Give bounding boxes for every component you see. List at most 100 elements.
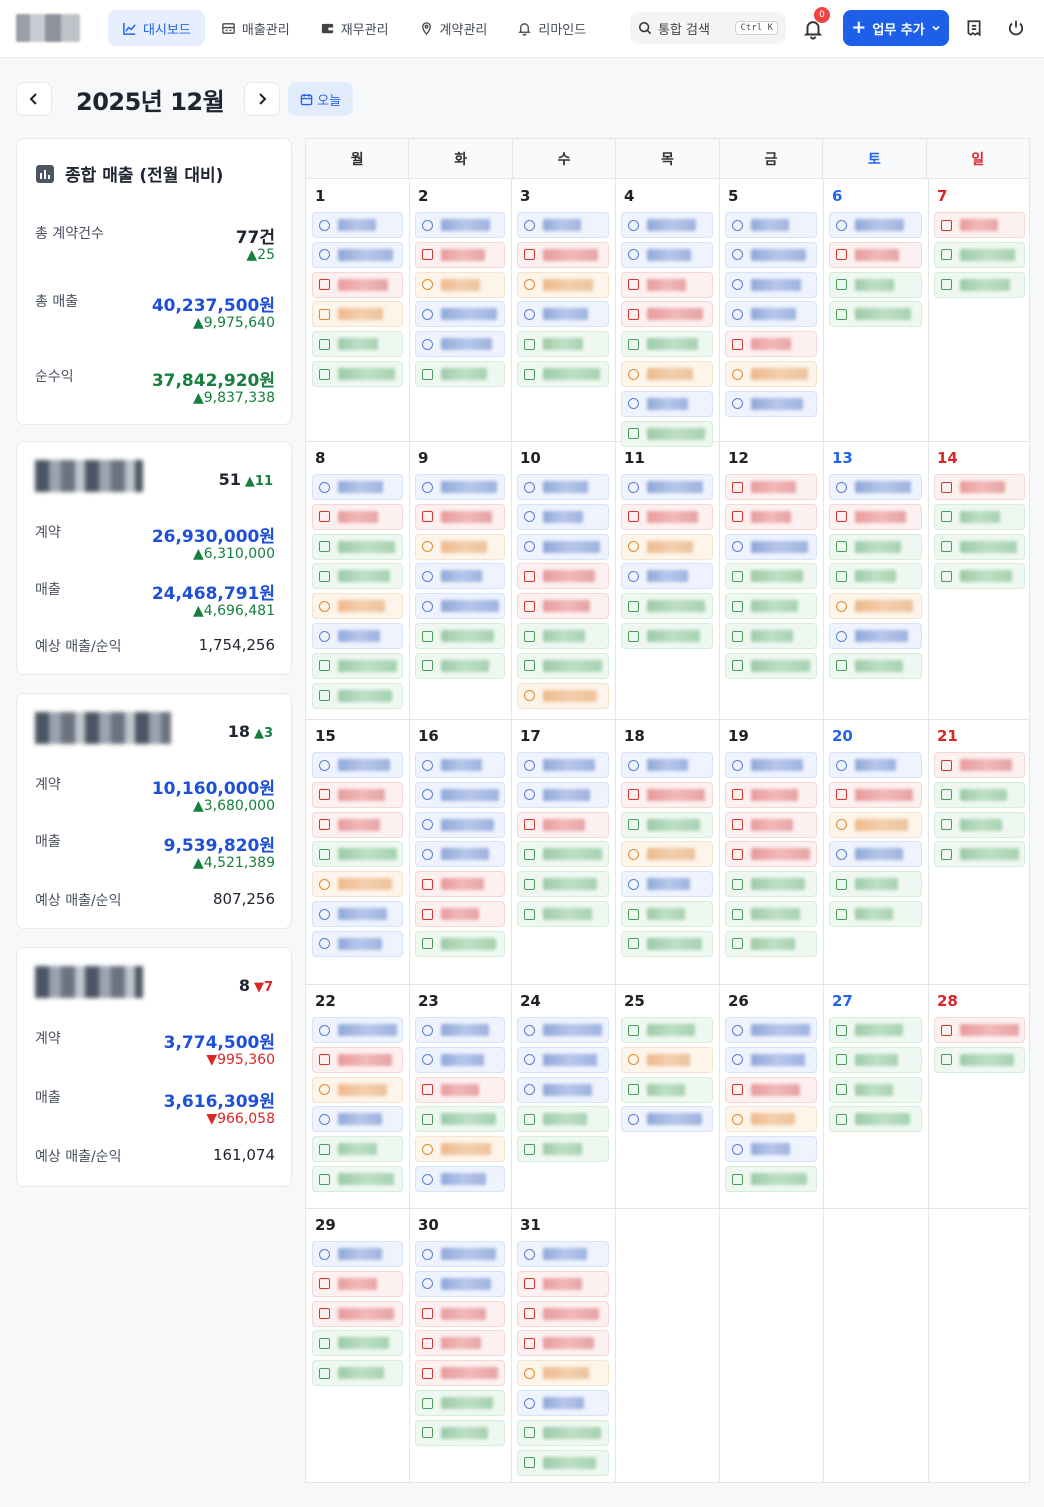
day-cell[interactable]: 3 bbox=[511, 179, 615, 441]
calendar-event[interactable] bbox=[725, 241, 817, 268]
day-cell[interactable]: 16 bbox=[409, 719, 511, 984]
calendar-event[interactable] bbox=[312, 1106, 403, 1133]
calendar-event[interactable] bbox=[415, 563, 505, 590]
calendar-event[interactable] bbox=[415, 1419, 505, 1446]
calendar-event[interactable] bbox=[725, 390, 817, 417]
calendar-event[interactable] bbox=[829, 752, 922, 778]
prev-month-button[interactable] bbox=[16, 82, 52, 116]
calendar-event[interactable] bbox=[829, 652, 922, 679]
calendar-event[interactable] bbox=[312, 474, 403, 500]
calendar-event[interactable] bbox=[415, 503, 505, 530]
calendar-event[interactable] bbox=[829, 301, 922, 328]
calendar-event[interactable] bbox=[621, 212, 713, 238]
calendar-event[interactable] bbox=[621, 781, 713, 808]
calendar-event[interactable] bbox=[312, 841, 403, 868]
calendar-event[interactable] bbox=[517, 752, 609, 778]
calendar-event[interactable] bbox=[517, 1390, 609, 1416]
calendar-event[interactable] bbox=[415, 331, 505, 358]
day-cell[interactable]: 25 bbox=[615, 984, 719, 1208]
calendar-event[interactable] bbox=[312, 1300, 403, 1327]
calendar-event[interactable] bbox=[725, 331, 817, 358]
staff-card[interactable]: 8 ▼7 계약 3,774,500원 ▼995,360 매출 3,616,309원… bbox=[16, 947, 292, 1187]
calendar-event[interactable] bbox=[934, 533, 1025, 560]
calendar-event[interactable] bbox=[415, 781, 505, 808]
day-cell[interactable]: 30 bbox=[409, 1208, 511, 1484]
calendar-event[interactable] bbox=[517, 1106, 609, 1133]
calendar-event[interactable] bbox=[621, 811, 713, 838]
calendar-event[interactable] bbox=[725, 1076, 817, 1103]
calendar-event[interactable] bbox=[725, 563, 817, 590]
calendar-event[interactable] bbox=[517, 682, 609, 709]
calendar-event[interactable] bbox=[312, 1330, 403, 1357]
calendar-event[interactable] bbox=[517, 1330, 609, 1357]
calendar-event[interactable] bbox=[415, 901, 505, 927]
calendar-event[interactable] bbox=[415, 1076, 505, 1103]
calendar-event[interactable] bbox=[517, 1419, 609, 1446]
day-cell[interactable]: 27 bbox=[823, 984, 928, 1208]
calendar-event[interactable] bbox=[517, 301, 609, 328]
calendar-event[interactable] bbox=[312, 1241, 403, 1267]
calendar-event[interactable] bbox=[312, 1046, 403, 1073]
calendar-event[interactable] bbox=[621, 503, 713, 530]
calendar-event[interactable] bbox=[621, 623, 713, 649]
calendar-event[interactable] bbox=[725, 1046, 817, 1073]
calendar-event[interactable] bbox=[312, 331, 403, 358]
calendar-event[interactable] bbox=[415, 1360, 505, 1387]
calendar-event[interactable] bbox=[312, 212, 403, 238]
nav-finance[interactable]: 재무관리 bbox=[306, 10, 403, 46]
day-cell[interactable]: 7 bbox=[928, 179, 1031, 441]
calendar-event[interactable] bbox=[517, 1270, 609, 1297]
calendar-event[interactable] bbox=[415, 623, 505, 649]
calendar-event[interactable] bbox=[829, 212, 922, 238]
calendar-event[interactable] bbox=[517, 1300, 609, 1327]
calendar-event[interactable] bbox=[621, 752, 713, 778]
calendar-event[interactable] bbox=[415, 1390, 505, 1416]
calendar-event[interactable] bbox=[517, 652, 609, 679]
calendar-event[interactable] bbox=[312, 503, 403, 530]
nav-dashboard[interactable]: 대시보드 bbox=[108, 10, 205, 46]
calendar-event[interactable] bbox=[517, 212, 609, 238]
day-cell[interactable]: 21 bbox=[928, 719, 1031, 984]
calendar-event[interactable] bbox=[621, 930, 713, 957]
calendar-event[interactable] bbox=[725, 811, 817, 838]
day-cell[interactable]: 10 bbox=[511, 441, 615, 719]
calendar-event[interactable] bbox=[517, 1449, 609, 1476]
calendar-event[interactable] bbox=[829, 593, 922, 620]
report-button[interactable] bbox=[960, 14, 988, 42]
calendar-event[interactable] bbox=[415, 1017, 505, 1043]
calendar-event[interactable] bbox=[517, 593, 609, 620]
calendar-event[interactable] bbox=[517, 623, 609, 649]
day-cell[interactable]: 9 bbox=[409, 441, 511, 719]
calendar-event[interactable] bbox=[621, 563, 713, 590]
calendar-event[interactable] bbox=[829, 474, 922, 500]
calendar-event[interactable] bbox=[517, 1360, 609, 1387]
nav-remind[interactable]: 리마인드 bbox=[503, 10, 600, 46]
calendar-event[interactable] bbox=[934, 271, 1025, 298]
calendar-event[interactable] bbox=[517, 781, 609, 808]
calendar-event[interactable] bbox=[312, 901, 403, 927]
calendar-event[interactable] bbox=[934, 1046, 1025, 1073]
calendar-event[interactable] bbox=[517, 563, 609, 590]
day-cell[interactable]: 22 bbox=[306, 984, 409, 1208]
add-task-button[interactable]: + 업무 추가 bbox=[843, 10, 949, 46]
calendar-event[interactable] bbox=[415, 652, 505, 679]
calendar-event[interactable] bbox=[621, 361, 713, 387]
day-cell[interactable]: 2 bbox=[409, 179, 511, 441]
calendar-event[interactable] bbox=[725, 503, 817, 530]
calendar-event[interactable] bbox=[517, 1241, 609, 1267]
calendar-event[interactable] bbox=[829, 841, 922, 868]
today-button[interactable]: 오늘 bbox=[288, 82, 354, 116]
calendar-event[interactable] bbox=[415, 811, 505, 838]
company-logo[interactable] bbox=[16, 14, 80, 42]
calendar-event[interactable] bbox=[725, 623, 817, 649]
calendar-event[interactable] bbox=[725, 361, 817, 387]
calendar-event[interactable] bbox=[517, 871, 609, 898]
calendar-event[interactable] bbox=[621, 390, 713, 417]
day-cell[interactable]: 29 bbox=[306, 1208, 409, 1484]
calendar-event[interactable] bbox=[621, 841, 713, 868]
calendar-event[interactable] bbox=[725, 871, 817, 898]
calendar-event[interactable] bbox=[415, 871, 505, 898]
calendar-event[interactable] bbox=[725, 1136, 817, 1163]
calendar-event[interactable] bbox=[312, 1076, 403, 1103]
calendar-event[interactable] bbox=[517, 841, 609, 868]
